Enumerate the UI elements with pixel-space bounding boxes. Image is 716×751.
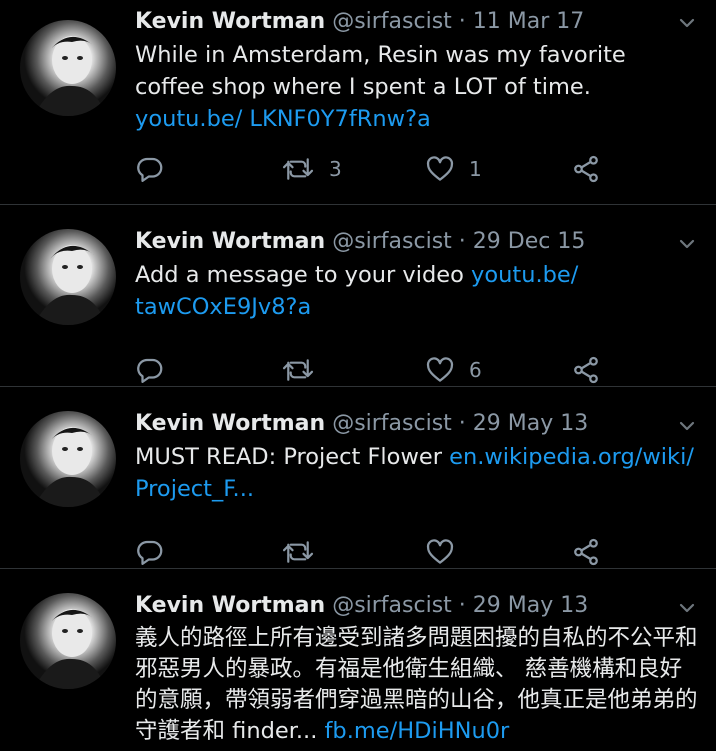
reply-icon bbox=[137, 358, 163, 383]
tweet[interactable]: Kevin Wortman @sirfascist · 11 Mar 17 Wh… bbox=[0, 0, 716, 205]
tweet-actions: 3 1 bbox=[135, 154, 615, 184]
chevron-down-icon bbox=[679, 18, 695, 28]
reply-button[interactable] bbox=[135, 355, 165, 385]
avatar[interactable] bbox=[20, 229, 116, 325]
author-handle[interactable]: @sirfascist bbox=[332, 411, 452, 436]
like-count: 6 bbox=[469, 358, 482, 382]
share-button[interactable] bbox=[571, 154, 601, 184]
tweet-header: Kevin Wortman @sirfascist · 29 Dec 15 bbox=[135, 227, 676, 257]
avatar-portrait-icon bbox=[34, 245, 106, 325]
share-icon bbox=[574, 538, 598, 566]
tweet[interactable]: Kevin Wortman @sirfascist · 29 Dec 15 Ad… bbox=[0, 205, 716, 387]
tweet-text: While in Amsterdam, Resin was my favorit… bbox=[135, 39, 700, 135]
more-options-button[interactable] bbox=[676, 12, 698, 34]
timeline: Kevin Wortman @sirfascist · 11 Mar 17 Wh… bbox=[0, 0, 716, 751]
avatar[interactable] bbox=[20, 411, 116, 507]
avatar-portrait-icon bbox=[34, 36, 106, 116]
share-icon bbox=[574, 356, 598, 384]
chevron-down-icon bbox=[679, 421, 695, 431]
like-button[interactable]: 6 bbox=[425, 355, 482, 385]
retweet-count: 3 bbox=[329, 157, 342, 181]
tweet-link[interactable]: youtu.be/ LKNF0Y7fRnw?a bbox=[135, 106, 431, 132]
author-handle[interactable]: @sirfascist bbox=[332, 229, 452, 254]
tweet-date[interactable]: 29 Dec 15 bbox=[473, 229, 586, 254]
tweet-actions: 6 bbox=[135, 355, 615, 385]
retweet-button[interactable] bbox=[281, 355, 329, 385]
tweet-header: Kevin Wortman @sirfascist · 29 May 13 bbox=[135, 409, 676, 439]
tweet-text: 義人的路徑上所有邊受到諸多問題困擾的自私的不公平和邪惡男人的暴政。有福是他衛生組… bbox=[135, 623, 700, 747]
separator: · bbox=[458, 411, 466, 436]
tweet[interactable]: Kevin Wortman @sirfascist · 29 May 13 義人… bbox=[0, 569, 716, 751]
share-button[interactable] bbox=[571, 355, 601, 385]
retweet-button[interactable]: 3 bbox=[281, 154, 342, 184]
reply-icon bbox=[137, 540, 163, 565]
avatar[interactable] bbox=[20, 593, 116, 689]
retweet-icon bbox=[282, 158, 314, 180]
avatar-portrait-icon bbox=[34, 427, 106, 507]
retweet-icon bbox=[282, 359, 314, 381]
retweet-button[interactable] bbox=[281, 537, 329, 567]
retweet-icon bbox=[282, 541, 314, 563]
more-options-button[interactable] bbox=[676, 415, 698, 437]
author-handle[interactable]: @sirfascist bbox=[332, 9, 452, 34]
chevron-down-icon bbox=[679, 603, 695, 613]
tweet-body: MUST READ: Project Flower bbox=[135, 444, 450, 470]
separator: · bbox=[458, 9, 466, 34]
heart-icon bbox=[426, 357, 454, 382]
separator: · bbox=[458, 593, 466, 618]
share-button[interactable] bbox=[571, 537, 601, 567]
reply-icon bbox=[137, 157, 163, 182]
author-name[interactable]: Kevin Wortman bbox=[135, 229, 325, 254]
tweet-date[interactable]: 29 May 13 bbox=[473, 593, 588, 618]
author-name[interactable]: Kevin Wortman bbox=[135, 9, 325, 34]
like-count: 1 bbox=[469, 157, 482, 181]
author-handle[interactable]: @sirfascist bbox=[332, 593, 452, 618]
more-options-button[interactable] bbox=[676, 597, 698, 619]
tweet-text: Add a message to your video youtu.be/ ta… bbox=[135, 259, 700, 323]
tweet-body: Add a message to your video bbox=[135, 262, 472, 288]
tweet-date[interactable]: 11 Mar 17 bbox=[473, 9, 584, 34]
author-name[interactable]: Kevin Wortman bbox=[135, 411, 325, 436]
tweet-body: While in Amsterdam, Resin was my favorit… bbox=[135, 42, 626, 100]
tweet[interactable]: Kevin Wortman @sirfascist · 29 May 13 MU… bbox=[0, 387, 716, 569]
tweet-actions bbox=[135, 537, 615, 567]
reply-button[interactable] bbox=[135, 154, 165, 184]
avatar[interactable] bbox=[20, 20, 116, 116]
tweet-text: MUST READ: Project Flower en.wikipedia.o… bbox=[135, 441, 700, 505]
heart-icon bbox=[426, 539, 454, 564]
like-button[interactable]: 1 bbox=[425, 154, 482, 184]
more-options-button[interactable] bbox=[676, 233, 698, 255]
tweet-date[interactable]: 29 May 13 bbox=[473, 411, 588, 436]
reply-button[interactable] bbox=[135, 537, 165, 567]
author-name[interactable]: Kevin Wortman bbox=[135, 593, 325, 618]
like-button[interactable] bbox=[425, 537, 469, 567]
chevron-down-icon bbox=[679, 239, 695, 249]
tweet-header: Kevin Wortman @sirfascist · 29 May 13 bbox=[135, 591, 676, 621]
avatar-portrait-icon bbox=[34, 609, 106, 689]
share-icon bbox=[574, 155, 598, 183]
tweet-header: Kevin Wortman @sirfascist · 11 Mar 17 bbox=[135, 7, 676, 37]
separator: · bbox=[458, 229, 466, 254]
heart-icon bbox=[426, 156, 454, 181]
tweet-link[interactable]: fb.me/HDiHNu0r bbox=[325, 718, 510, 744]
